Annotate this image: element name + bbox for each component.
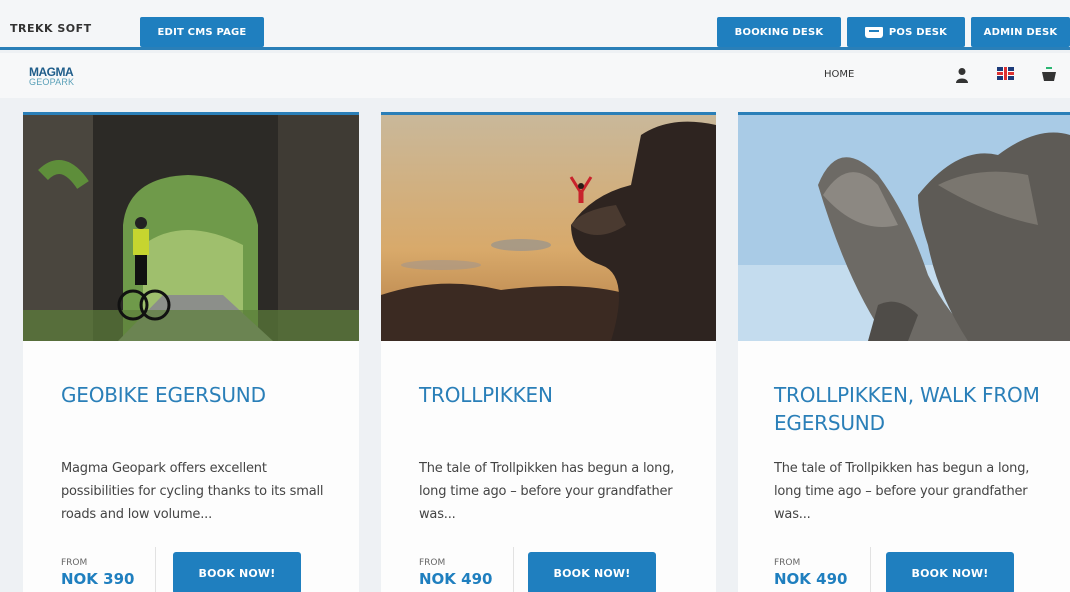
tour-price: NOK 490 [774,570,848,588]
tour-card: GEOBIKE EGERSUND Magma Geopark offers ex… [23,112,359,592]
basket-icon [864,26,883,38]
admin-desk-label: ADMIN DESK [983,26,1058,38]
site-header: MAGMA GEOPARK HOME [0,53,1070,98]
price-from-label: FROM [774,558,801,568]
book-now-button[interactable]: BOOK NOW! [886,552,1014,592]
tour-photo-rock-formation[interactable] [738,115,1070,341]
tour-card: TROLLPIKKEN The tale of Trollpikken has … [381,112,716,592]
logo-line-2: GEOPARK [29,77,75,87]
booking-desk-button[interactable]: BOOKING DESK [717,17,841,47]
admin-desk-button[interactable]: ADMIN DESK [971,17,1070,47]
divider [870,547,871,592]
trekksoft-logo[interactable]: TREKK SOFT [10,22,92,35]
nav-home-link[interactable]: HOME [824,69,854,80]
book-now-button[interactable]: BOOK NOW! [173,552,301,592]
booking-desk-label: BOOKING DESK [734,26,824,38]
magma-geopark-logo[interactable]: MAGMA GEOPARK [29,66,74,87]
divider [155,547,156,592]
edit-cms-page-label: EDIT CMS PAGE [157,26,247,38]
price-from-label: FROM [419,558,446,568]
user-icon[interactable] [955,67,969,83]
tour-description: The tale of Trollpikken has begun a long… [419,461,675,522]
tour-card: TROLLPIKKEN, WALK FROM EGERSUND The tale… [738,112,1070,592]
tour-description: Magma Geopark offers excellent possibili… [61,461,324,522]
tour-photo-trollpikken[interactable] [381,115,716,341]
cart-icon[interactable] [1040,65,1058,83]
tour-price: NOK 490 [419,570,493,588]
tour-title[interactable]: TROLLPIKKEN, WALK FROM EGERSUND [774,381,1050,437]
uk-flag-icon[interactable] [997,67,1014,80]
tour-price: NOK 390 [61,570,135,588]
edit-cms-page-button[interactable]: EDIT CMS PAGE [140,17,264,47]
admin-toolbar: TREKK SOFT EDIT CMS PAGE BOOKING DESK PO… [0,0,1070,50]
pos-desk-button[interactable]: POS DESK [847,17,965,47]
tour-title[interactable]: GEOBIKE EGERSUND [61,381,339,409]
divider [513,547,514,592]
tour-title[interactable]: TROLLPIKKEN [419,381,696,409]
tour-photo-cyclist[interactable] [23,115,359,341]
tour-description: The tale of Trollpikken has begun a long… [774,461,1030,522]
book-now-button[interactable]: BOOK NOW! [528,552,656,592]
pos-desk-label: POS DESK [888,26,948,38]
trekksoft-logo-text: TREKK SOFT [10,22,92,35]
price-from-label: FROM [61,558,88,568]
